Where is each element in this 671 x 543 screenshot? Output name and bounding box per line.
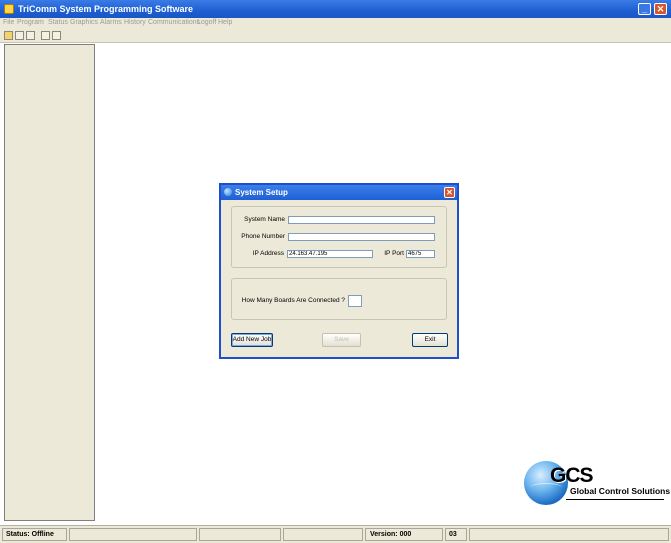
dialog-close-button[interactable]: ✕	[444, 187, 455, 198]
menu-status[interactable]: Status	[48, 19, 68, 26]
status-pane-empty-2	[199, 528, 281, 541]
open-icon[interactable]	[4, 31, 13, 40]
dialog-globe-icon	[224, 188, 232, 196]
menu-logoff[interactable]: Logoff	[197, 19, 216, 26]
dialog-titlebar: System Setup ✕	[221, 185, 457, 200]
version-pane: Version: 000	[365, 528, 443, 541]
status-bar: Status: Offline Version: 000 03	[0, 525, 671, 543]
logo-gcs-text: GCS	[550, 464, 594, 487]
menu-history[interactable]: History	[124, 19, 146, 26]
menu-file[interactable]: File	[3, 19, 14, 26]
close-window-button[interactable]: ✕	[654, 3, 667, 15]
connection-group: System Name Phone Number IP Address 24.1…	[231, 206, 447, 268]
view-icon[interactable]	[41, 31, 50, 40]
phone-number-label: Phone Number	[241, 233, 285, 240]
status-text: Status: Offline	[6, 531, 54, 538]
boards-group: How Many Boards Are Connected ?	[231, 278, 447, 320]
menu-graphics[interactable]: Graphics	[70, 19, 98, 26]
system-name-input[interactable]	[288, 216, 435, 224]
logo-underline	[566, 499, 664, 500]
menu-alarms[interactable]: Alarms	[100, 19, 122, 26]
menu-help[interactable]: Help	[218, 19, 232, 26]
logo-subtitle: Global Control Solutions	[570, 486, 671, 496]
code-pane: 03	[445, 528, 467, 541]
side-panel	[4, 44, 95, 521]
app-title: TriComm System Programming Software	[18, 4, 194, 14]
menu-program[interactable]: Program	[17, 19, 44, 26]
phone-number-input[interactable]	[288, 233, 435, 241]
print-icon[interactable]	[26, 31, 35, 40]
boards-input[interactable]	[348, 295, 362, 307]
ip-address-label: IP Address	[252, 250, 284, 257]
menu-communications[interactable]: Communications	[148, 19, 200, 26]
save-icon[interactable]	[15, 31, 24, 40]
status-pane-empty-4	[469, 528, 669, 541]
ip-address-input[interactable]: 24.163.47.195	[287, 250, 373, 258]
menu-bar: File Program Status Graphics Alarms Hist…	[0, 18, 671, 29]
minimize-button[interactable]: _	[638, 3, 651, 15]
settings-icon[interactable]	[52, 31, 61, 40]
status-pane-empty-1	[69, 528, 197, 541]
status-pane-empty-3	[283, 528, 363, 541]
ip-port-label: IP Port	[384, 250, 404, 257]
dialog-title: System Setup	[235, 188, 288, 197]
exit-button[interactable]: Exit	[412, 333, 448, 347]
add-new-job-button[interactable]: Add New Job	[231, 333, 273, 347]
system-setup-dialog: System Setup ✕ System Name Phone Number …	[219, 183, 459, 359]
status-pane: Status: Offline	[2, 528, 67, 541]
ip-port-input[interactable]: 4675	[406, 250, 435, 258]
version-text: Version: 000	[370, 531, 412, 538]
toolbar	[0, 29, 671, 43]
save-button[interactable]: Save	[322, 333, 361, 347]
gcs-logo: GCS Global Control Solutions	[524, 461, 670, 505]
app-icon	[4, 4, 14, 14]
system-name-label: System Name	[244, 216, 285, 223]
code-text: 03	[449, 531, 457, 538]
app-titlebar: TriComm System Programming Software _ ✕	[0, 0, 671, 18]
boards-label: How Many Boards Are Connected ?	[241, 297, 345, 304]
